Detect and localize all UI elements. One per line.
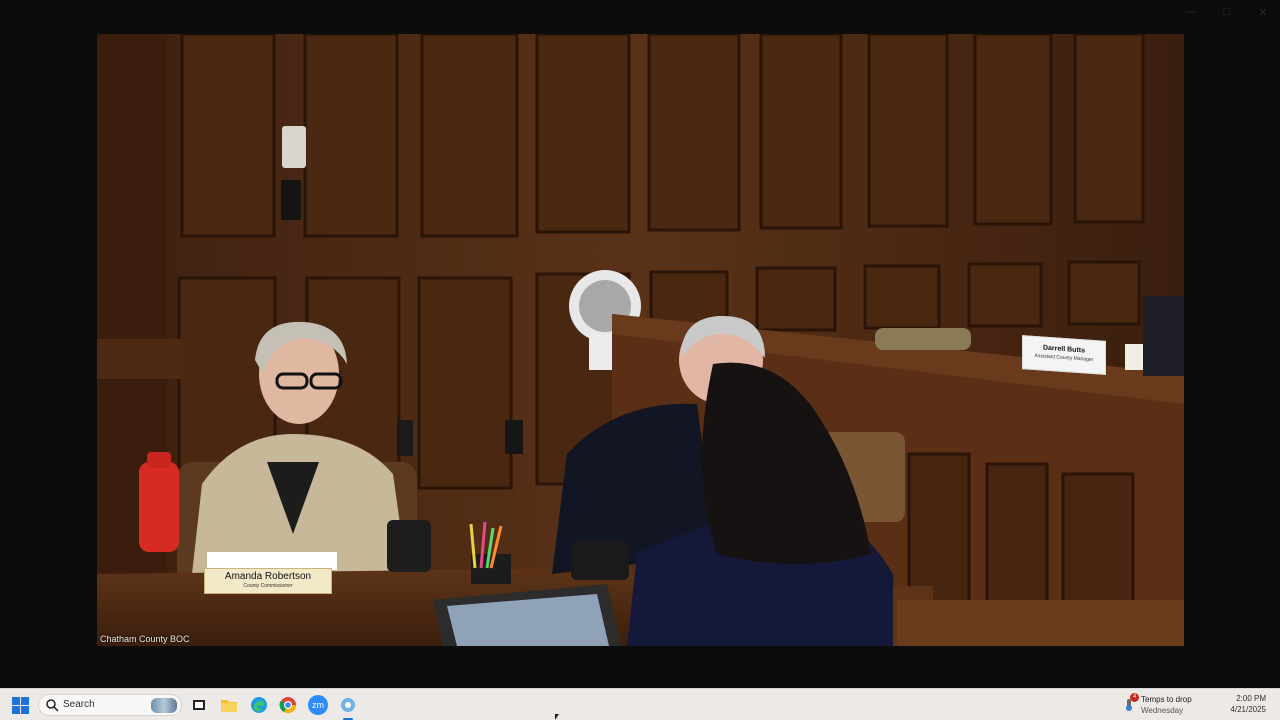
taskbar-search[interactable]: Search bbox=[38, 694, 182, 716]
window-controls: — □ ✕ bbox=[1184, 6, 1270, 19]
task-view-icon[interactable] bbox=[189, 695, 209, 715]
windows-logo-icon bbox=[12, 697, 20, 705]
close-icon[interactable]: ✕ bbox=[1256, 6, 1270, 19]
system-clock[interactable]: 2:00 PM 4/21/2025 bbox=[1230, 693, 1266, 715]
clock-date: 4/21/2025 bbox=[1230, 705, 1266, 714]
zoom-icon[interactable]: zm bbox=[308, 695, 328, 715]
nameplate-darrell-butts: Darrell Butts Assistant County Manager bbox=[1022, 335, 1106, 375]
file-explorer-icon[interactable] bbox=[219, 695, 239, 715]
weather-headline: Temps to drop bbox=[1141, 695, 1192, 704]
nameplate-amanda-robertson: Amanda Robertson County Commissioner bbox=[204, 568, 332, 594]
nameplate-title: County Commissioner bbox=[243, 583, 293, 589]
video-source-label: Chatham County BOC bbox=[100, 634, 190, 644]
taskbar: Search zm 4 Temps to drop Wednesday 2:00… bbox=[0, 688, 1280, 720]
video-player-icon[interactable] bbox=[338, 695, 358, 715]
chrome-icon[interactable] bbox=[278, 695, 298, 715]
clock-time: 2:00 PM bbox=[1236, 694, 1266, 703]
nameplate-name: Amanda Robertson bbox=[224, 571, 312, 582]
video-feed[interactable]: Amanda Robertson County Commissioner Dar… bbox=[97, 34, 1184, 646]
mouse-cursor-icon bbox=[555, 714, 559, 720]
app-window: — □ ✕ Amanda Robertson County Commission… bbox=[0, 0, 1280, 688]
minimize-icon[interactable]: — bbox=[1184, 6, 1198, 19]
search-placeholder: Search bbox=[63, 699, 95, 710]
zoom-icon-text: zm bbox=[312, 700, 324, 710]
meeting-scene bbox=[97, 34, 1184, 646]
search-highlight-image bbox=[151, 698, 177, 713]
edge-icon[interactable] bbox=[249, 695, 269, 715]
maximize-icon[interactable]: □ bbox=[1220, 6, 1234, 19]
weather-alert-badge: 4 bbox=[1130, 693, 1139, 702]
weather-widget[interactable]: 4 Temps to drop Wednesday bbox=[1122, 692, 1232, 718]
start-button[interactable] bbox=[12, 697, 30, 715]
search-icon bbox=[46, 699, 59, 712]
weather-day: Wednesday bbox=[1141, 706, 1184, 715]
